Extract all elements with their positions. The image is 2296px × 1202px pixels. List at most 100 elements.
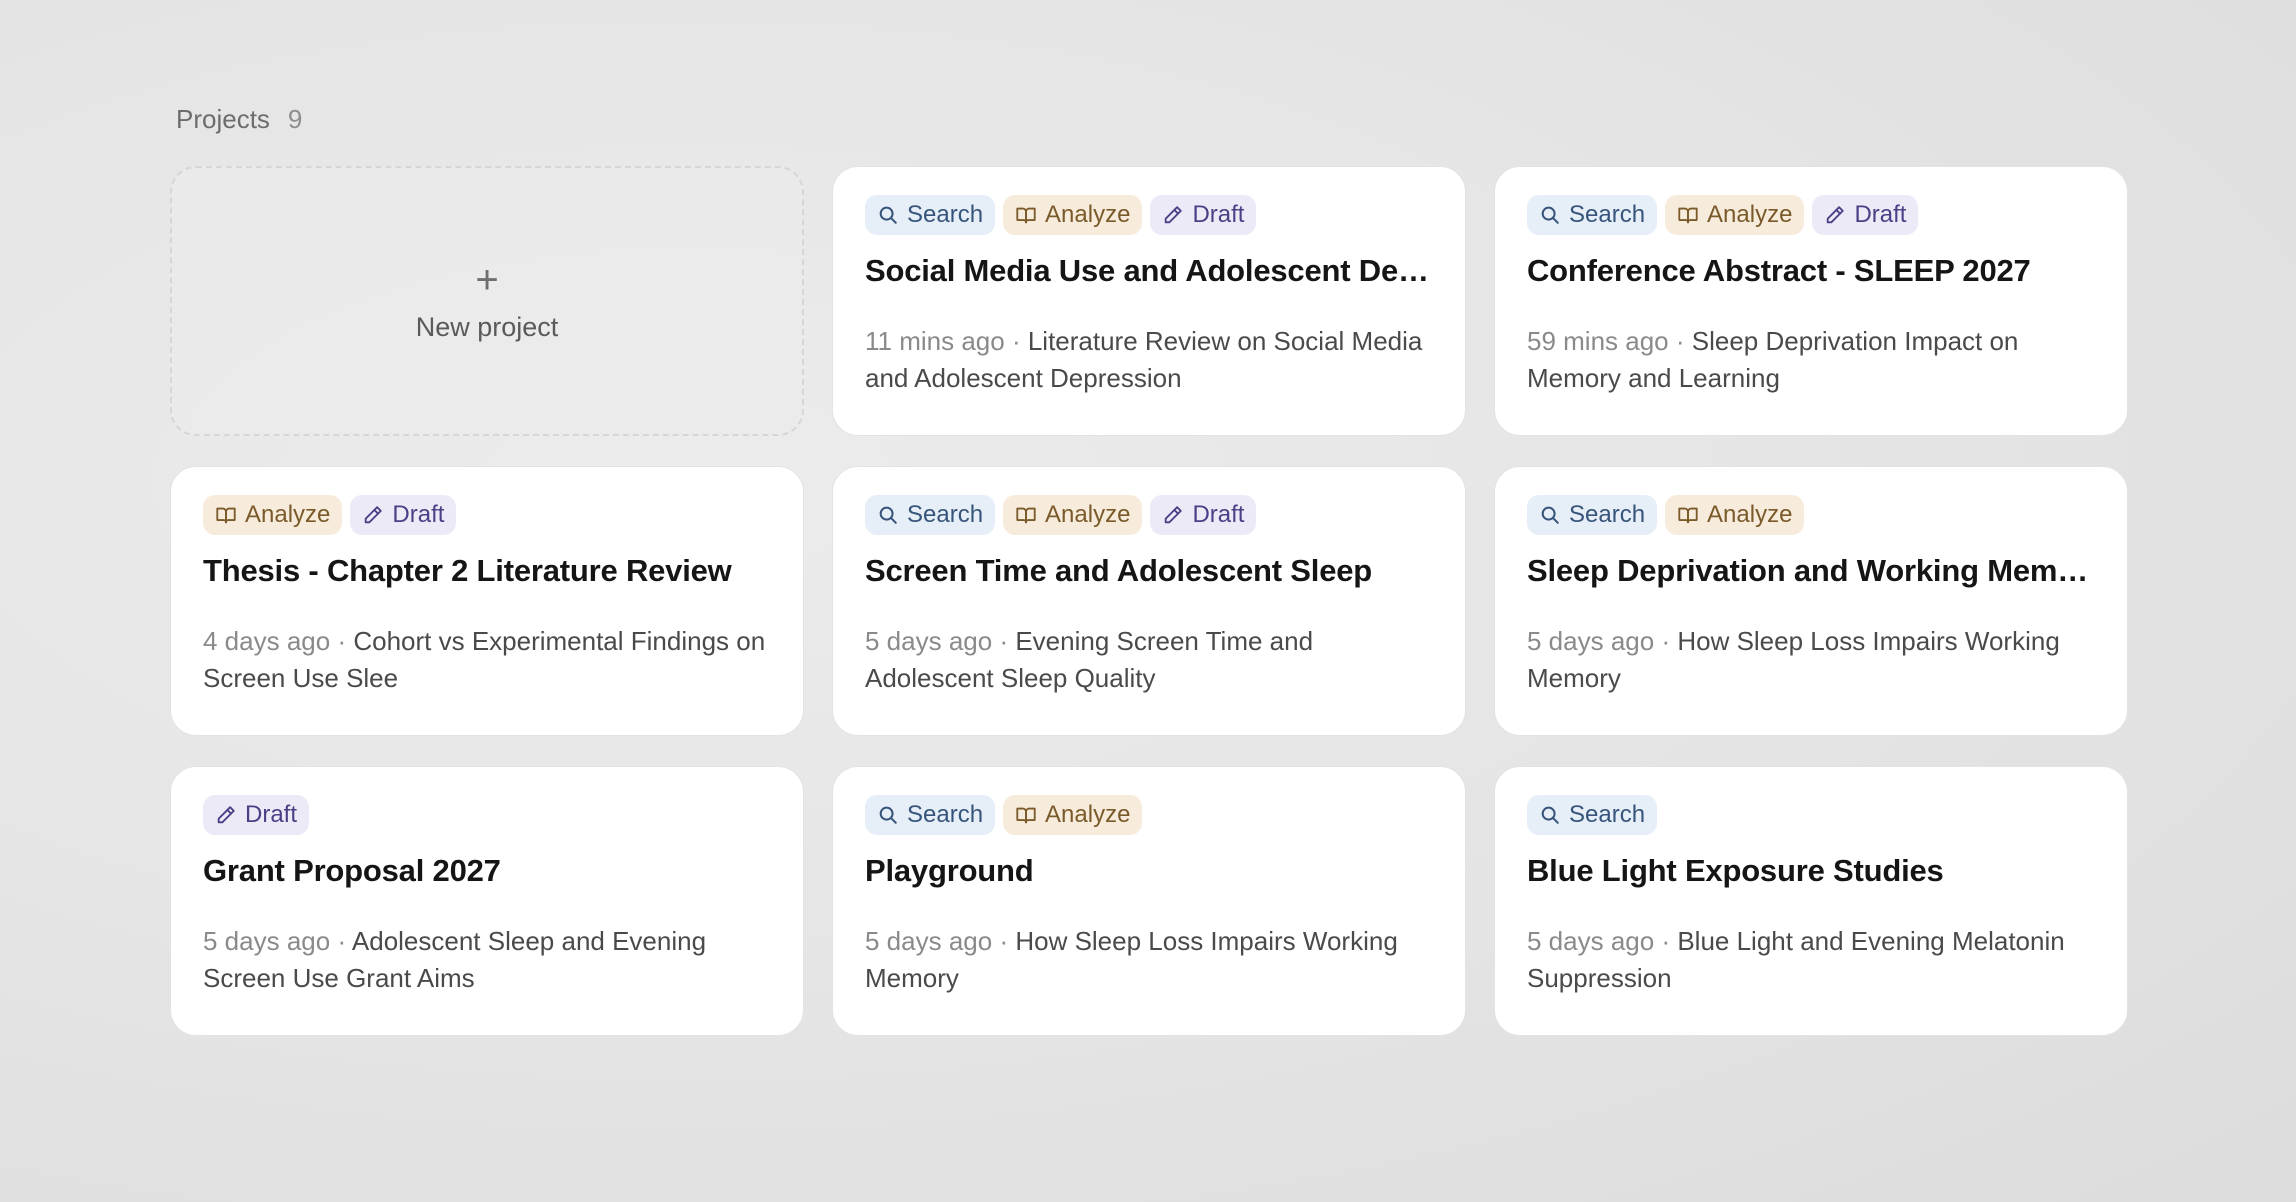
project-card[interactable]: Search Analyze Draft Screen Time and Adoles… <box>832 466 1466 736</box>
project-timestamp: 5 days ago <box>1527 926 1655 956</box>
project-meta: 5 days ago · Adolescent Sleep and Evenin… <box>203 923 771 997</box>
tag-draft: Draft <box>1150 495 1257 535</box>
tag-list: Search Analyze Draft <box>865 495 1433 535</box>
pencil-icon <box>362 504 384 526</box>
tag-draft: Draft <box>350 495 457 535</box>
book-icon <box>1677 204 1699 226</box>
tag-analyze: Analyze <box>1665 195 1805 235</box>
project-meta: 11 mins ago · Literature Review on Socia… <box>865 323 1433 397</box>
tag-label: Search <box>1569 801 1646 828</box>
tag-search: Search <box>1527 795 1658 835</box>
meta-separator: · <box>1668 326 1692 356</box>
meta-separator: · <box>1654 626 1678 656</box>
tag-analyze: Analyze <box>1003 195 1143 235</box>
section-header: Projects 9 <box>170 104 2128 148</box>
tag-analyze: Analyze <box>203 495 343 535</box>
project-meta: 5 days ago · Evening Screen Time and Ado… <box>865 623 1433 697</box>
project-card[interactable]: Search Analyze Draft Conference Abstract - … <box>1494 166 2128 436</box>
project-title: Conference Abstract - SLEEP 2027 <box>1527 253 2031 288</box>
meta-separator: · <box>1004 326 1028 356</box>
project-timestamp: 59 mins ago <box>1527 326 1669 356</box>
project-meta: 4 days ago · Cohort vs Experimental Find… <box>203 623 771 697</box>
tag-analyze: Analyze <box>1665 495 1805 535</box>
project-title: Thesis - Chapter 2 Literature Review <box>203 553 732 588</box>
tag-draft: Draft <box>1150 195 1257 235</box>
meta-separator: · <box>992 626 1016 656</box>
search-icon <box>877 204 899 226</box>
tag-label: Search <box>1569 501 1646 528</box>
tag-label: Analyze <box>1045 201 1131 228</box>
tag-label: Search <box>1569 201 1646 228</box>
new-project-label: New project <box>415 311 559 342</box>
project-timestamp: 5 days ago <box>1527 626 1655 656</box>
project-card[interactable]: Search Analyze Sleep Deprivation and Worki… <box>1494 466 2128 736</box>
tag-list: Search Analyze <box>1527 495 2095 535</box>
pencil-icon <box>1824 204 1846 226</box>
tag-search: Search <box>865 195 996 235</box>
new-project-button[interactable]: + New project <box>170 166 804 436</box>
project-timestamp: 4 days ago <box>203 626 331 656</box>
project-title: Sleep Deprivation and Working Memory <box>1527 553 2095 588</box>
search-icon <box>1539 504 1561 526</box>
projects-page: Projects 9 + New project Search Analyze Dr… <box>170 104 2128 1036</box>
project-title: Screen Time and Adolescent Sleep <box>865 553 1373 588</box>
project-card[interactable]: Search Analyze Draft Social Media Use and A… <box>832 166 1466 436</box>
project-title: Social Media Use and Adolescent Depressi… <box>865 253 1433 288</box>
project-card[interactable]: Search Blue Light Exposure Studies 5 days … <box>1494 766 2128 1036</box>
book-icon <box>1015 804 1037 826</box>
meta-separator: · <box>992 926 1016 956</box>
meta-separator: · <box>330 626 354 656</box>
project-card[interactable]: Draft Grant Proposal 2027 5 days ago · Ado… <box>170 766 804 1036</box>
tag-label: Search <box>907 201 984 228</box>
tag-search: Search <box>1527 495 1658 535</box>
tag-label: Analyze <box>1707 201 1793 228</box>
tag-label: Analyze <box>1707 501 1793 528</box>
project-title: Playground <box>865 853 1034 888</box>
project-meta: 59 mins ago · Sleep Deprivation Impact o… <box>1527 323 2095 397</box>
project-timestamp: 11 mins ago <box>865 326 1005 356</box>
book-icon <box>215 504 237 526</box>
tag-list: Search Analyze Draft <box>865 195 1433 235</box>
project-title: Blue Light Exposure Studies <box>1527 853 1944 888</box>
project-card[interactable]: Analyze Draft Thesis - Chapter 2 Literatur… <box>170 466 804 736</box>
meta-separator: · <box>330 926 352 956</box>
tag-label: Analyze <box>1045 801 1131 828</box>
book-icon <box>1015 204 1037 226</box>
project-count: 9 <box>287 104 303 134</box>
section-title: Projects <box>176 104 270 134</box>
tag-label: Search <box>907 801 984 828</box>
project-card[interactable]: Search Analyze Playground 5 days ago · How … <box>832 766 1466 1036</box>
pencil-icon <box>215 804 237 826</box>
project-timestamp: 5 days ago <box>865 626 993 656</box>
project-grid: + New project Search Analyze Draft Social M… <box>170 166 2128 1036</box>
pencil-icon <box>1162 504 1184 526</box>
project-meta: 5 days ago · How Sleep Loss Impairs Work… <box>1527 623 2095 697</box>
project-timestamp: 5 days ago <box>203 926 331 956</box>
search-icon <box>1539 204 1561 226</box>
tag-list: Search Analyze <box>865 795 1433 835</box>
tag-search: Search <box>865 795 996 835</box>
tag-analyze: Analyze <box>1003 495 1143 535</box>
project-meta: 5 days ago · Blue Light and Evening Mela… <box>1527 923 2095 997</box>
book-icon <box>1677 504 1699 526</box>
search-icon <box>877 804 899 826</box>
tag-list: Search Analyze Draft <box>1527 195 2095 235</box>
tag-search: Search <box>865 495 996 535</box>
search-icon <box>1539 804 1561 826</box>
meta-separator: · <box>1654 926 1678 956</box>
tag-list: Draft <box>203 795 771 835</box>
tag-search: Search <box>1527 195 1658 235</box>
tag-list: Analyze Draft <box>203 495 771 535</box>
tag-label: Draft <box>245 801 298 828</box>
tag-label: Search <box>907 501 984 528</box>
project-timestamp: 5 days ago <box>865 926 993 956</box>
tag-label: Analyze <box>245 501 331 528</box>
tag-label: Draft <box>1192 201 1245 228</box>
tag-list: Search <box>1527 795 2095 835</box>
plus-icon: + <box>475 257 499 302</box>
tag-label: Draft <box>392 501 445 528</box>
tag-analyze: Analyze <box>1003 795 1143 835</box>
tag-label: Draft <box>1192 501 1245 528</box>
pencil-icon <box>1162 204 1184 226</box>
project-meta: 5 days ago · How Sleep Loss Impairs Work… <box>865 923 1433 997</box>
